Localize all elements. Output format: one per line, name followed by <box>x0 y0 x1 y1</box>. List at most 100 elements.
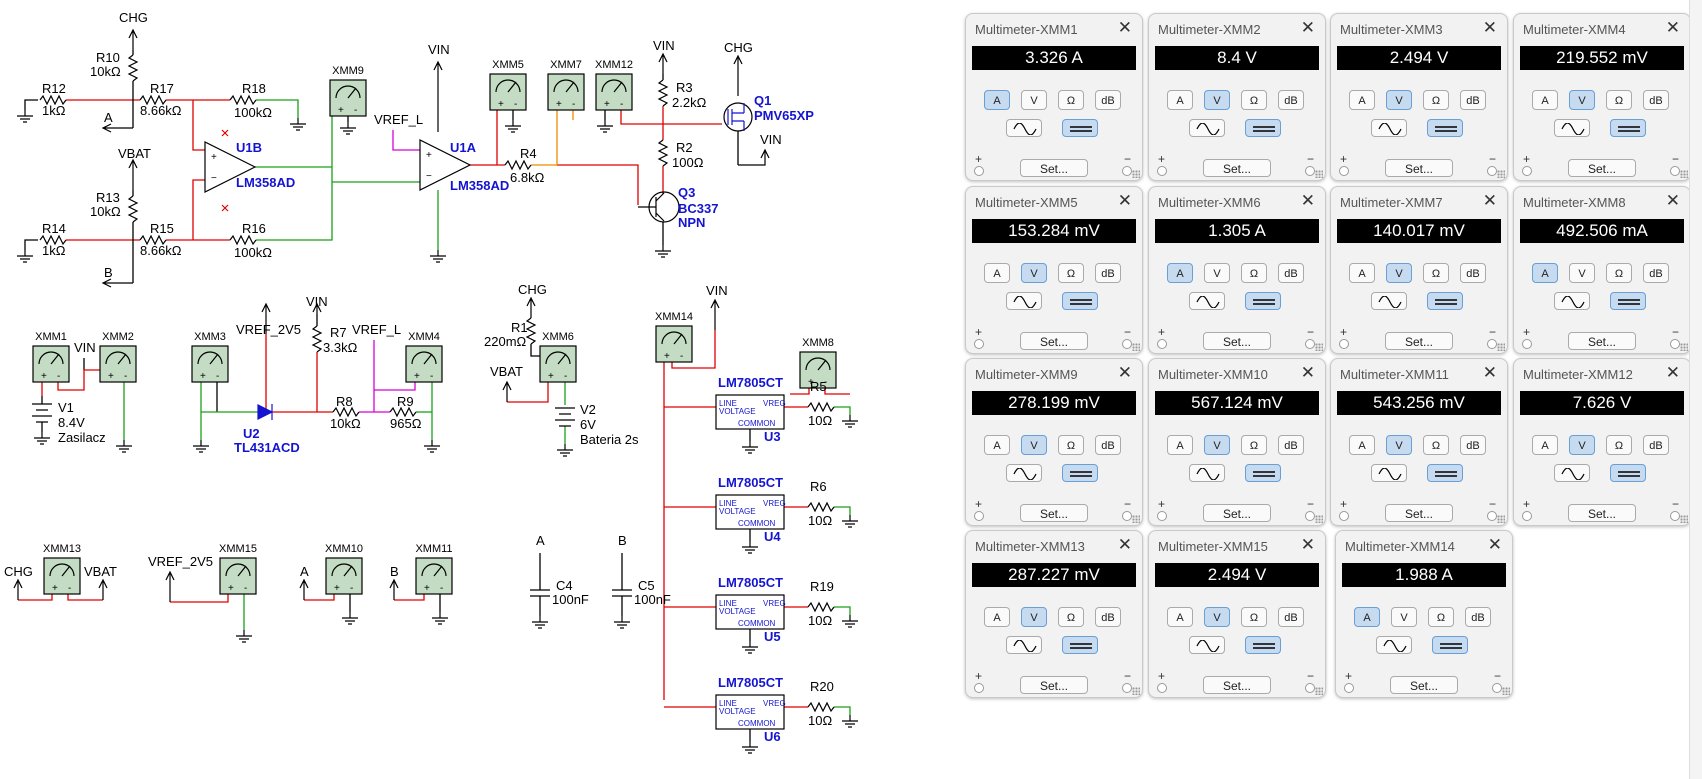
resize-grip-icon[interactable] <box>1497 515 1505 523</box>
mode-decibel-button[interactable]: dB <box>1278 90 1304 110</box>
mode-decibel-button[interactable]: dB <box>1278 607 1304 627</box>
mode-ammeter-button[interactable]: A <box>1354 607 1380 627</box>
negative-terminal[interactable] <box>1305 339 1315 349</box>
mode-ohmmeter-button[interactable]: Ω <box>1058 607 1084 627</box>
close-icon[interactable]: ✕ <box>1483 363 1497 383</box>
set-button[interactable]: Set... <box>1390 676 1458 694</box>
dc-button[interactable] <box>1062 636 1098 654</box>
close-icon[interactable]: ✕ <box>1118 191 1132 211</box>
positive-terminal[interactable] <box>974 683 984 693</box>
mode-voltmeter-button[interactable]: V <box>1204 607 1230 627</box>
mode-ohmmeter-button[interactable]: Ω <box>1606 435 1632 455</box>
dc-button[interactable] <box>1610 292 1646 310</box>
mode-ohmmeter-button[interactable]: Ω <box>1241 90 1267 110</box>
ac-button[interactable] <box>1371 464 1407 482</box>
resize-grip-icon[interactable] <box>1680 170 1688 178</box>
mode-decibel-button[interactable]: dB <box>1095 435 1121 455</box>
resize-grip-icon[interactable] <box>1680 515 1688 523</box>
negative-terminal[interactable] <box>1670 511 1680 521</box>
mode-ammeter-button[interactable]: A <box>984 90 1010 110</box>
mode-decibel-button[interactable]: dB <box>1095 263 1121 283</box>
ac-button[interactable] <box>1371 119 1407 137</box>
mode-ammeter-button[interactable]: A <box>1167 90 1193 110</box>
close-icon[interactable]: ✕ <box>1483 18 1497 38</box>
set-button[interactable]: Set... <box>1020 332 1088 350</box>
multimeter-window[interactable]: Multimeter-XMM6 ✕ 1.305 A A V ΩdB + − Set.… <box>1148 186 1326 354</box>
positive-terminal[interactable] <box>1157 339 1167 349</box>
mode-ammeter-button[interactable]: A <box>1532 435 1558 455</box>
mode-ammeter-button[interactable]: A <box>1167 607 1193 627</box>
multimeter-window[interactable]: Multimeter-XMM5 ✕ 153.284 mV A V ΩdB + − S… <box>965 186 1143 354</box>
multimeter-window[interactable]: Multimeter-XMM9 ✕ 278.199 mV A V ΩdB + − S… <box>965 358 1143 526</box>
ac-button[interactable] <box>1006 119 1042 137</box>
mode-ohmmeter-button[interactable]: Ω <box>1058 435 1084 455</box>
multimeter-window[interactable]: Multimeter-XMM11 ✕ 543.256 mV A V ΩdB + − … <box>1330 358 1508 526</box>
close-icon[interactable]: ✕ <box>1118 363 1132 383</box>
mode-voltmeter-button[interactable]: V <box>1569 263 1595 283</box>
ac-button[interactable] <box>1189 292 1225 310</box>
set-button[interactable]: Set... <box>1568 332 1636 350</box>
dc-button[interactable] <box>1062 464 1098 482</box>
resize-grip-icon[interactable] <box>1132 687 1140 695</box>
positive-terminal[interactable] <box>1522 166 1532 176</box>
positive-terminal[interactable] <box>1339 166 1349 176</box>
positive-terminal[interactable] <box>1339 339 1349 349</box>
set-button[interactable]: Set... <box>1020 504 1088 522</box>
multimeter-window[interactable]: Multimeter-XMM10 ✕ 567.124 mV A V ΩdB + − … <box>1148 358 1326 526</box>
close-icon[interactable]: ✕ <box>1301 535 1315 555</box>
close-icon[interactable]: ✕ <box>1488 535 1502 555</box>
mode-ammeter-button[interactable]: A <box>1349 435 1375 455</box>
mode-voltmeter-button[interactable]: V <box>1391 607 1417 627</box>
negative-terminal[interactable] <box>1670 166 1680 176</box>
mode-voltmeter-button[interactable]: V <box>1021 435 1047 455</box>
mode-ammeter-button[interactable]: A <box>1349 263 1375 283</box>
mode-ohmmeter-button[interactable]: Ω <box>1606 90 1632 110</box>
set-button[interactable]: Set... <box>1203 676 1271 694</box>
close-icon[interactable]: ✕ <box>1666 191 1680 211</box>
mode-ohmmeter-button[interactable]: Ω <box>1058 90 1084 110</box>
positive-terminal[interactable] <box>1344 683 1354 693</box>
mode-voltmeter-button[interactable]: V <box>1569 90 1595 110</box>
close-icon[interactable]: ✕ <box>1483 191 1497 211</box>
positive-terminal[interactable] <box>1522 511 1532 521</box>
resize-grip-icon[interactable] <box>1680 343 1688 351</box>
negative-terminal[interactable] <box>1122 339 1132 349</box>
multimeter-window[interactable]: Multimeter-XMM3 ✕ 2.494 V A V ΩdB + − Set.… <box>1330 13 1508 181</box>
resize-grip-icon[interactable] <box>1315 170 1323 178</box>
mode-ammeter-button[interactable]: A <box>984 263 1010 283</box>
ac-button[interactable] <box>1006 464 1042 482</box>
mode-decibel-button[interactable]: dB <box>1643 435 1669 455</box>
mode-ohmmeter-button[interactable]: Ω <box>1241 607 1267 627</box>
resize-grip-icon[interactable] <box>1315 687 1323 695</box>
set-button[interactable]: Set... <box>1385 504 1453 522</box>
set-button[interactable]: Set... <box>1203 332 1271 350</box>
positive-terminal[interactable] <box>1157 166 1167 176</box>
mode-decibel-button[interactable]: dB <box>1643 90 1669 110</box>
resize-grip-icon[interactable] <box>1497 170 1505 178</box>
mode-voltmeter-button[interactable]: V <box>1204 90 1230 110</box>
close-icon[interactable]: ✕ <box>1301 18 1315 38</box>
mode-voltmeter-button[interactable]: V <box>1386 263 1412 283</box>
positive-terminal[interactable] <box>974 511 984 521</box>
multimeter-window[interactable]: Multimeter-XMM13 ✕ 287.227 mV A V ΩdB + − … <box>965 530 1143 698</box>
dc-button[interactable] <box>1427 464 1463 482</box>
mode-ammeter-button[interactable]: A <box>1532 90 1558 110</box>
mode-voltmeter-button[interactable]: V <box>1021 263 1047 283</box>
negative-terminal[interactable] <box>1305 511 1315 521</box>
negative-terminal[interactable] <box>1487 511 1497 521</box>
mode-decibel-button[interactable]: dB <box>1278 263 1304 283</box>
ac-button[interactable] <box>1554 292 1590 310</box>
positive-terminal[interactable] <box>1157 683 1167 693</box>
set-button[interactable]: Set... <box>1385 159 1453 177</box>
set-button[interactable]: Set... <box>1020 159 1088 177</box>
dc-button[interactable] <box>1062 292 1098 310</box>
dc-button[interactable] <box>1432 636 1468 654</box>
dc-button[interactable] <box>1245 464 1281 482</box>
resize-grip-icon[interactable] <box>1132 170 1140 178</box>
multimeter-window[interactable]: Multimeter-XMM7 ✕ 140.017 mV A V ΩdB + − S… <box>1330 186 1508 354</box>
multimeter-window[interactable]: Multimeter-XMM12 ✕ 7.626 V A V ΩdB + − Set… <box>1513 358 1691 526</box>
negative-terminal[interactable] <box>1487 166 1497 176</box>
mode-decibel-button[interactable]: dB <box>1460 263 1486 283</box>
dc-button[interactable] <box>1610 119 1646 137</box>
resize-grip-icon[interactable] <box>1315 343 1323 351</box>
